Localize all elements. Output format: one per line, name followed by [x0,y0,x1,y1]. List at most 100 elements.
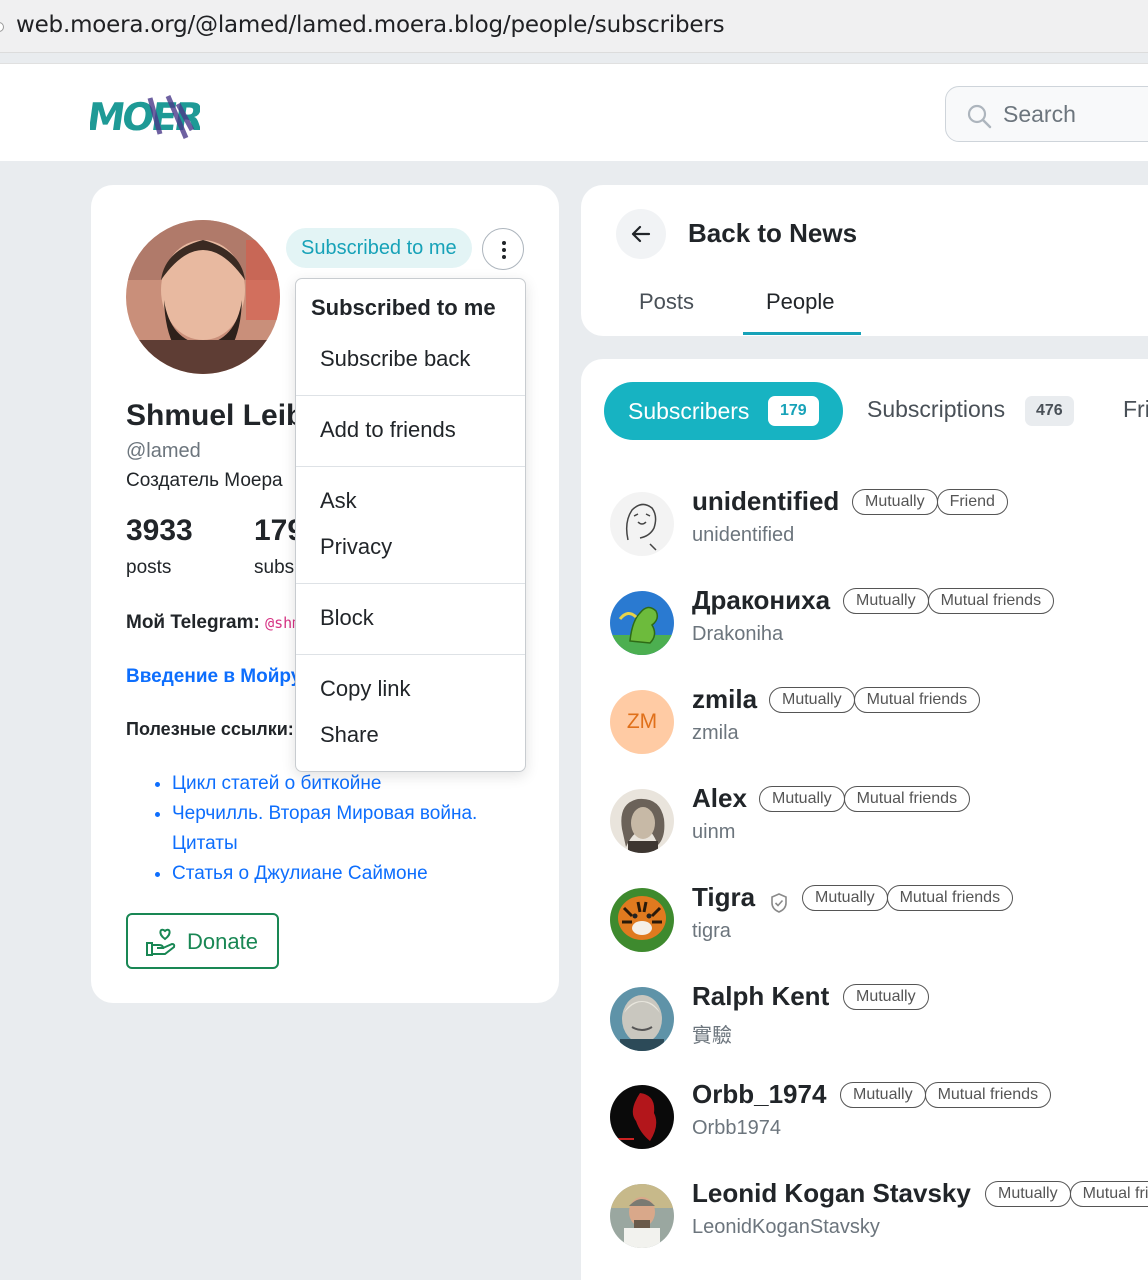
avatar[interactable] [610,591,674,655]
menu-item-block[interactable]: Block [320,605,374,631]
tab-friends[interactable]: Friends [1123,396,1148,423]
useful-links-list: Цикл статей о биткойне Черчилль. Вторая … [153,769,533,889]
person-handle: unidentified [692,524,795,546]
tag-mutually: Mutually [843,984,929,1010]
list-item[interactable]: Orbb_1974 Mutually Mutual friends Orbb19… [610,1079,1148,1165]
avatar[interactable] [610,492,674,556]
browser-url-bar[interactable]: web.moera.org/@lamed/lamed.moera.blog/pe… [0,0,1148,53]
list-item[interactable]: Ralph Kent Mutually 實驗 [610,981,1148,1067]
tag-mutually: Mutually [802,885,888,911]
url-bar-indicator [0,22,4,32]
useful-link[interactable]: Статья о Джулиане Саймоне [172,859,533,889]
list-item[interactable]: Tigra Mutually Mutual friends tigra [610,882,1148,968]
person-name[interactable]: Alex [692,783,747,814]
news-header-card: Back to News Posts People [581,185,1148,336]
list-item[interactable]: unidentified Mutually Friend unidentifie… [610,486,1148,572]
avatar[interactable] [610,987,674,1051]
avatar[interactable] [610,888,674,952]
tag-mutually: Mutually [843,588,929,614]
tab-subscriptions[interactable]: Subscriptions [867,396,1005,423]
kebab-dot [502,248,506,252]
dropdown-header: Subscribed to me [311,295,496,320]
person-name[interactable]: Ralph Kent [692,981,829,1012]
tab-people[interactable]: People [766,289,835,315]
menu-item-ask[interactable]: Ask [320,488,357,514]
avatar-initials[interactable]: ZM [610,690,674,754]
menu-item-share[interactable]: Share [320,722,379,748]
list-item[interactable]: ZM zmila Mutually Mutual friends zmila [610,684,1148,770]
person-name[interactable]: Tigra [692,882,755,913]
search-icon [967,104,992,129]
tag-friend: Friend [936,489,1008,515]
tag-mutually: Mutually [759,786,845,812]
tags: Mutually Mutual friends [840,1082,1052,1108]
subscribed-to-me-badge[interactable]: Subscribed to me [286,228,472,268]
tab-posts[interactable]: Posts [639,289,694,315]
menu-divider [296,654,525,655]
tags: Mutually Mutual friends [759,786,971,812]
menu-item-privacy[interactable]: Privacy [320,534,392,560]
tag-mutually: Mutually [852,489,938,515]
posts-count[interactable]: 3933 [126,514,193,548]
tags: Mutually Mutual friends [769,687,981,713]
list-item[interactable]: Alex Mutually Mutual friends uinm [610,783,1148,869]
profile-menu-button[interactable] [482,228,524,270]
active-tab-indicator [743,332,861,335]
list-item[interactable]: Leonid Kogan Stavsky Mutually Mutual fri… [610,1178,1148,1264]
person-handle: zmila [692,722,739,744]
useful-links-heading: Полезные ссылки: [126,719,294,739]
telegram-label: Мой Telegram: [126,612,260,633]
moera-logo[interactable]: MOERA [84,84,233,144]
posts-label: posts [126,557,172,578]
back-to-news-title[interactable]: Back to News [688,218,857,249]
tag-mutual-friends: Mutual friends [853,687,981,713]
arrow-left-icon [631,225,651,243]
tag-mutual-friends: Mutual friends [924,1082,1052,1108]
subscriptions-tab-count: 476 [1025,396,1074,426]
avatar[interactable] [610,1085,674,1149]
kebab-dot [502,241,506,245]
tag-mutual-friends: Mutual friends [1069,1181,1148,1207]
intro-link[interactable]: Введение в Мойру [126,666,301,688]
avatar[interactable] [610,789,674,853]
useful-link[interactable]: Цикл статей о биткойне [172,769,533,799]
person-name[interactable]: unidentified [692,486,839,517]
verified-shield-icon [771,893,787,913]
tag-mutually: Mutually [985,1181,1071,1207]
search-placeholder: Search [1003,101,1076,127]
kebab-dot [502,255,506,259]
donate-button[interactable]: Donate [126,913,279,969]
tags: Mutually [843,984,929,1010]
person-name[interactable]: Orbb_1974 [692,1079,826,1110]
hand-heart-icon [146,928,176,956]
back-button[interactable] [616,209,666,259]
person-handle: LeonidKoganStavsky [692,1216,880,1238]
profile-handle: @lamed [126,440,201,462]
tag-mutually: Mutually [769,687,855,713]
menu-item-add-to-friends[interactable]: Add to friends [320,417,456,443]
list-item[interactable]: Дракониха Mutually Mutual friends Drakon… [610,585,1148,671]
search-box[interactable]: Search [945,86,1148,142]
person-handle: uinm [692,821,736,843]
tag-mutual-friends: Mutual friends [927,588,1055,614]
profile-name: Shmuel Leib [126,399,305,432]
person-handle: Drakoniha [692,623,784,645]
tags: Mutually Mutual friends [802,885,1014,911]
profile-avatar[interactable] [126,220,280,374]
person-name[interactable]: Leonid Kogan Stavsky [692,1178,971,1209]
tab-subscribers[interactable]: Subscribers 179 [604,382,843,440]
person-name[interactable]: zmila [692,684,757,715]
person-name[interactable]: Дракониха [692,585,830,616]
menu-divider [296,466,525,467]
person-handle: tigra [692,920,731,942]
tag-mutually: Mutually [840,1082,926,1108]
url-text[interactable]: web.moera.org/@lamed/lamed.moera.blog/pe… [16,12,725,38]
donate-label: Donate [187,929,258,954]
tags: Mutually Mutual friends [843,588,1055,614]
avatar[interactable] [610,1184,674,1248]
menu-item-subscribe-back[interactable]: Subscribe back [320,346,470,372]
menu-item-copy-link[interactable]: Copy link [320,676,410,702]
useful-link[interactable]: Черчилль. Вторая Мировая война. Цитаты [172,799,533,859]
profile-bio: Создатель Моера [126,470,283,491]
person-handle: Orbb1974 [692,1117,781,1139]
